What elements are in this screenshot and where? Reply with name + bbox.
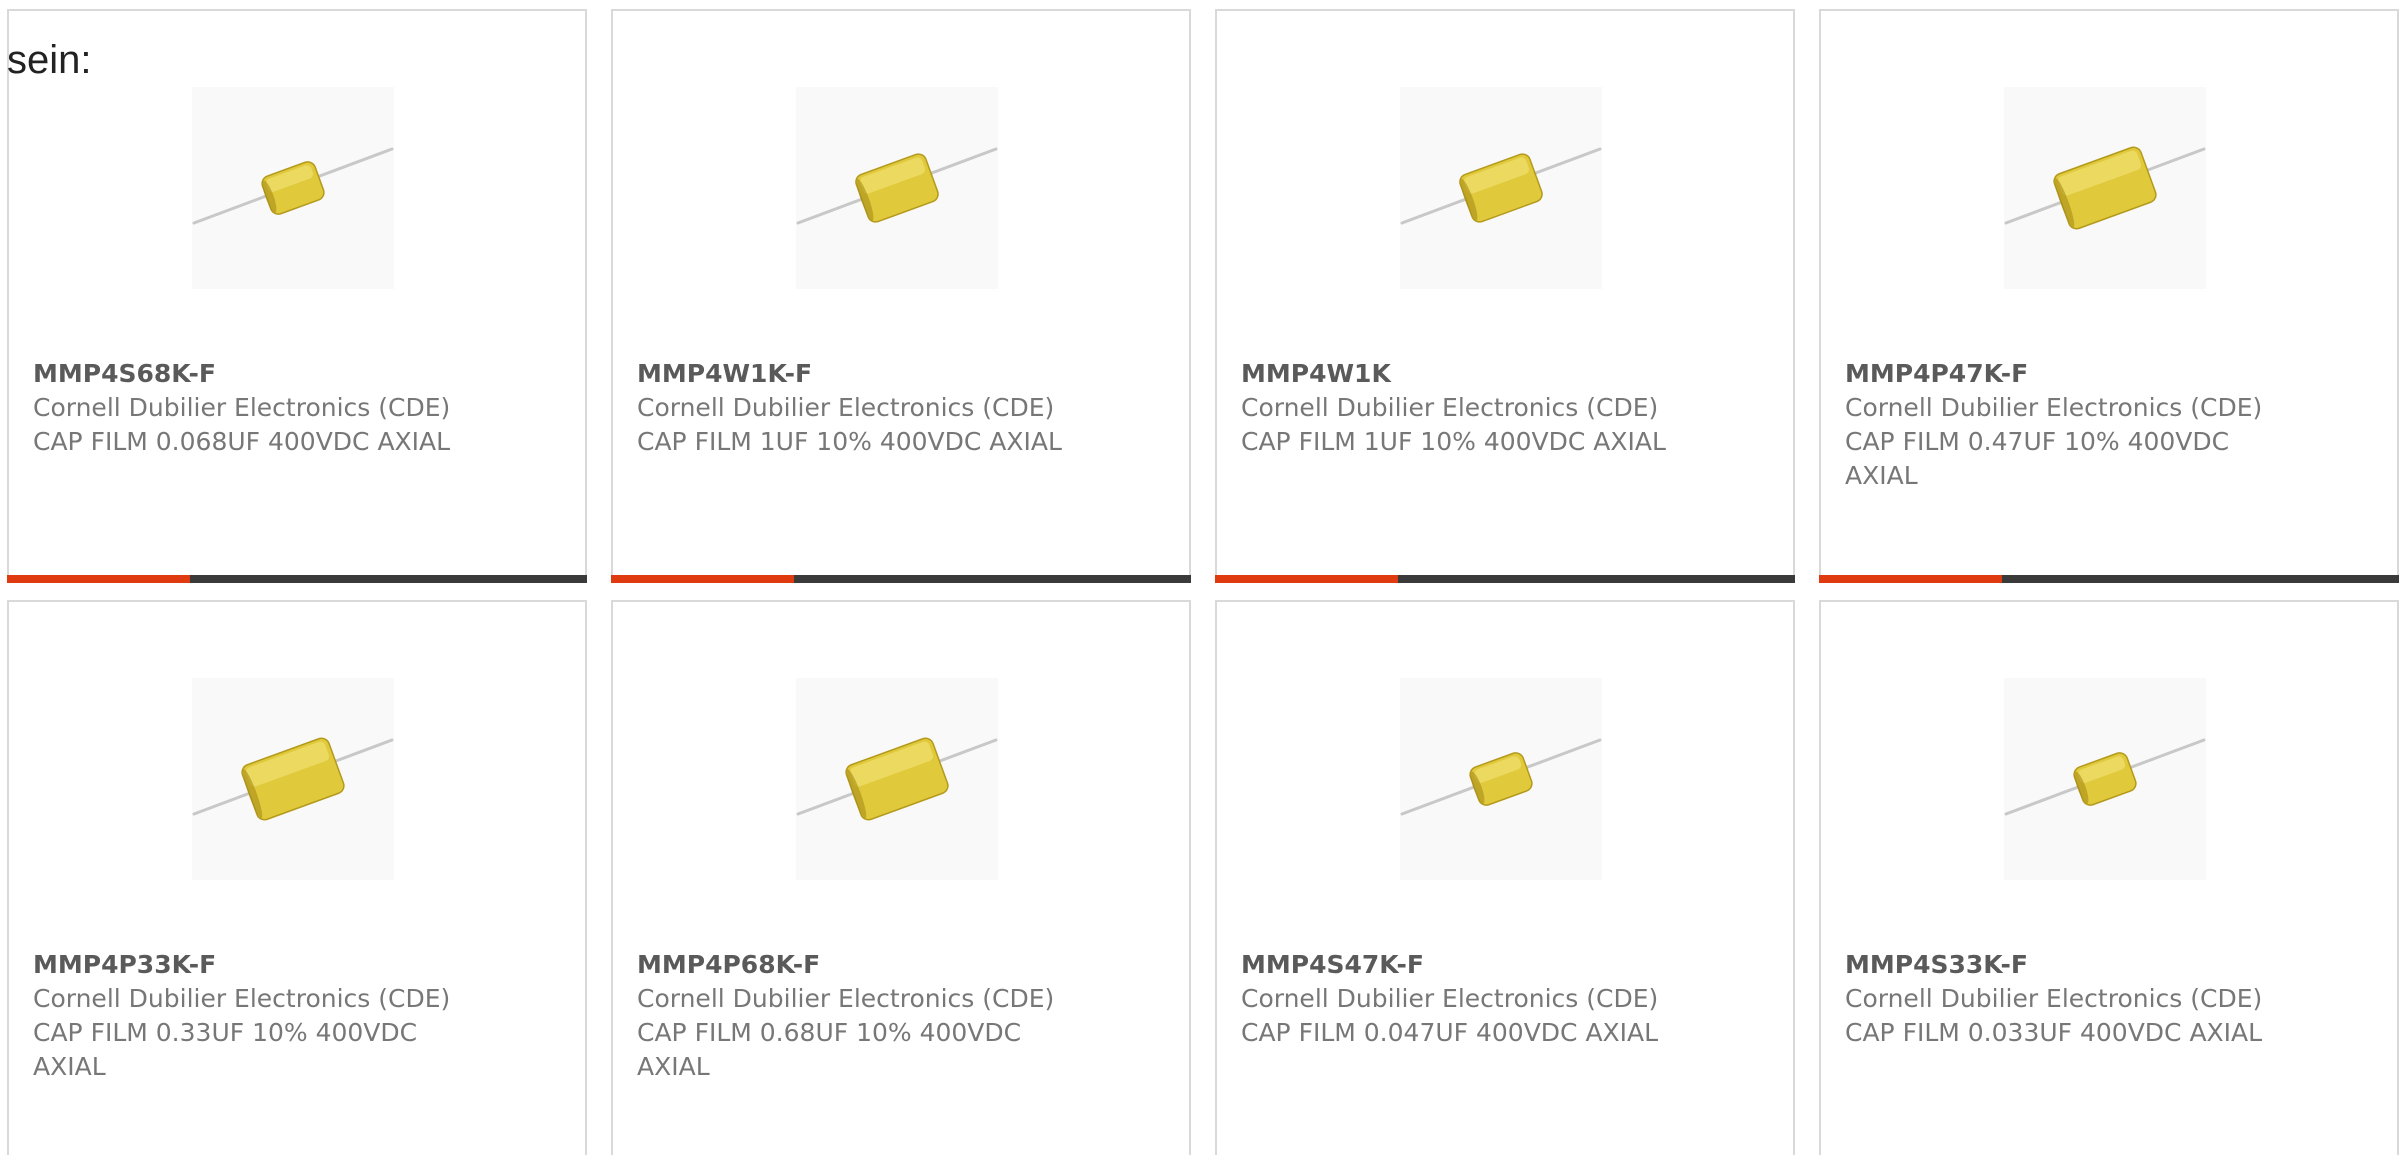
manufacturer-name: Cornell Dubilier Electronics (CDE) bbox=[33, 984, 451, 1013]
product-card[interactable]: MMP4S68K-F Cornell Dubilier Electronics … bbox=[7, 9, 587, 583]
part-number[interactable]: MMP4S68K-F bbox=[33, 357, 216, 391]
section-label: sein: bbox=[7, 38, 92, 82]
part-number[interactable]: MMP4P33K-F bbox=[33, 948, 216, 982]
product-card[interactable]: MMP4P68K-F Cornell Dubilier Electronics … bbox=[611, 600, 1191, 1155]
axial-film-capacitor-icon[interactable] bbox=[2004, 678, 2206, 880]
card-accent-bar bbox=[1819, 575, 2002, 583]
manufacturer-name: Cornell Dubilier Electronics (CDE) bbox=[1241, 393, 1659, 422]
axial-film-capacitor-icon[interactable] bbox=[192, 678, 394, 880]
manufacturer-name: Cornell Dubilier Electronics (CDE) bbox=[33, 393, 451, 422]
part-number[interactable]: MMP4W1K-F bbox=[637, 357, 812, 391]
product-description: CAP FILM 0.47UF 10% 400VDC AXIAL bbox=[1845, 427, 2230, 490]
product-description: CAP FILM 0.68UF 10% 400VDC AXIAL bbox=[637, 1018, 1022, 1081]
product-description: CAP FILM 0.033UF 400VDC AXIAL bbox=[1845, 1018, 2263, 1047]
axial-film-capacitor-icon[interactable] bbox=[796, 87, 998, 289]
part-number[interactable]: MMP4S47K-F bbox=[1241, 948, 1424, 982]
part-number[interactable]: MMP4S33K-F bbox=[1845, 948, 2028, 982]
manufacturer-name: Cornell Dubilier Electronics (CDE) bbox=[637, 393, 1055, 422]
manufacturer-name: Cornell Dubilier Electronics (CDE) bbox=[1845, 393, 2263, 422]
card-accent-bar bbox=[7, 575, 190, 583]
part-number[interactable]: MMP4W1K bbox=[1241, 357, 1391, 391]
axial-film-capacitor-icon[interactable] bbox=[2004, 87, 2206, 289]
card-footer-bar bbox=[611, 575, 1191, 583]
card-footer-bar bbox=[7, 575, 587, 583]
axial-film-capacitor-icon[interactable] bbox=[192, 87, 394, 289]
product-description: CAP FILM 0.33UF 10% 400VDC AXIAL bbox=[33, 1018, 418, 1081]
card-footer-bar bbox=[1819, 575, 2399, 583]
product-description: CAP FILM 1UF 10% 400VDC AXIAL bbox=[637, 427, 1062, 456]
axial-film-capacitor-icon[interactable] bbox=[1400, 678, 1602, 880]
product-card[interactable]: MMP4S33K-F Cornell Dubilier Electronics … bbox=[1819, 600, 2399, 1155]
product-card[interactable]: MMP4W1K-F Cornell Dubilier Electronics (… bbox=[611, 9, 1191, 583]
card-accent-bar bbox=[1215, 575, 1398, 583]
product-card[interactable]: MMP4P33K-F Cornell Dubilier Electronics … bbox=[7, 600, 587, 1155]
axial-film-capacitor-icon[interactable] bbox=[796, 678, 998, 880]
part-number[interactable]: MMP4P68K-F bbox=[637, 948, 820, 982]
product-description: CAP FILM 1UF 10% 400VDC AXIAL bbox=[1241, 427, 1666, 456]
card-accent-bar bbox=[611, 575, 794, 583]
product-card[interactable]: MMP4S47K-F Cornell Dubilier Electronics … bbox=[1215, 600, 1795, 1155]
product-description: CAP FILM 0.068UF 400VDC AXIAL bbox=[33, 427, 451, 456]
product-description: CAP FILM 0.047UF 400VDC AXIAL bbox=[1241, 1018, 1659, 1047]
manufacturer-name: Cornell Dubilier Electronics (CDE) bbox=[637, 984, 1055, 1013]
manufacturer-name: Cornell Dubilier Electronics (CDE) bbox=[1241, 984, 1659, 1013]
axial-film-capacitor-icon[interactable] bbox=[1400, 87, 1602, 289]
manufacturer-name: Cornell Dubilier Electronics (CDE) bbox=[1845, 984, 2263, 1013]
part-number[interactable]: MMP4P47K-F bbox=[1845, 357, 2028, 391]
product-card[interactable]: MMP4P47K-F Cornell Dubilier Electronics … bbox=[1819, 9, 2399, 583]
card-footer-bar bbox=[1215, 575, 1795, 583]
product-card[interactable]: MMP4W1K Cornell Dubilier Electronics (CD… bbox=[1215, 9, 1795, 583]
